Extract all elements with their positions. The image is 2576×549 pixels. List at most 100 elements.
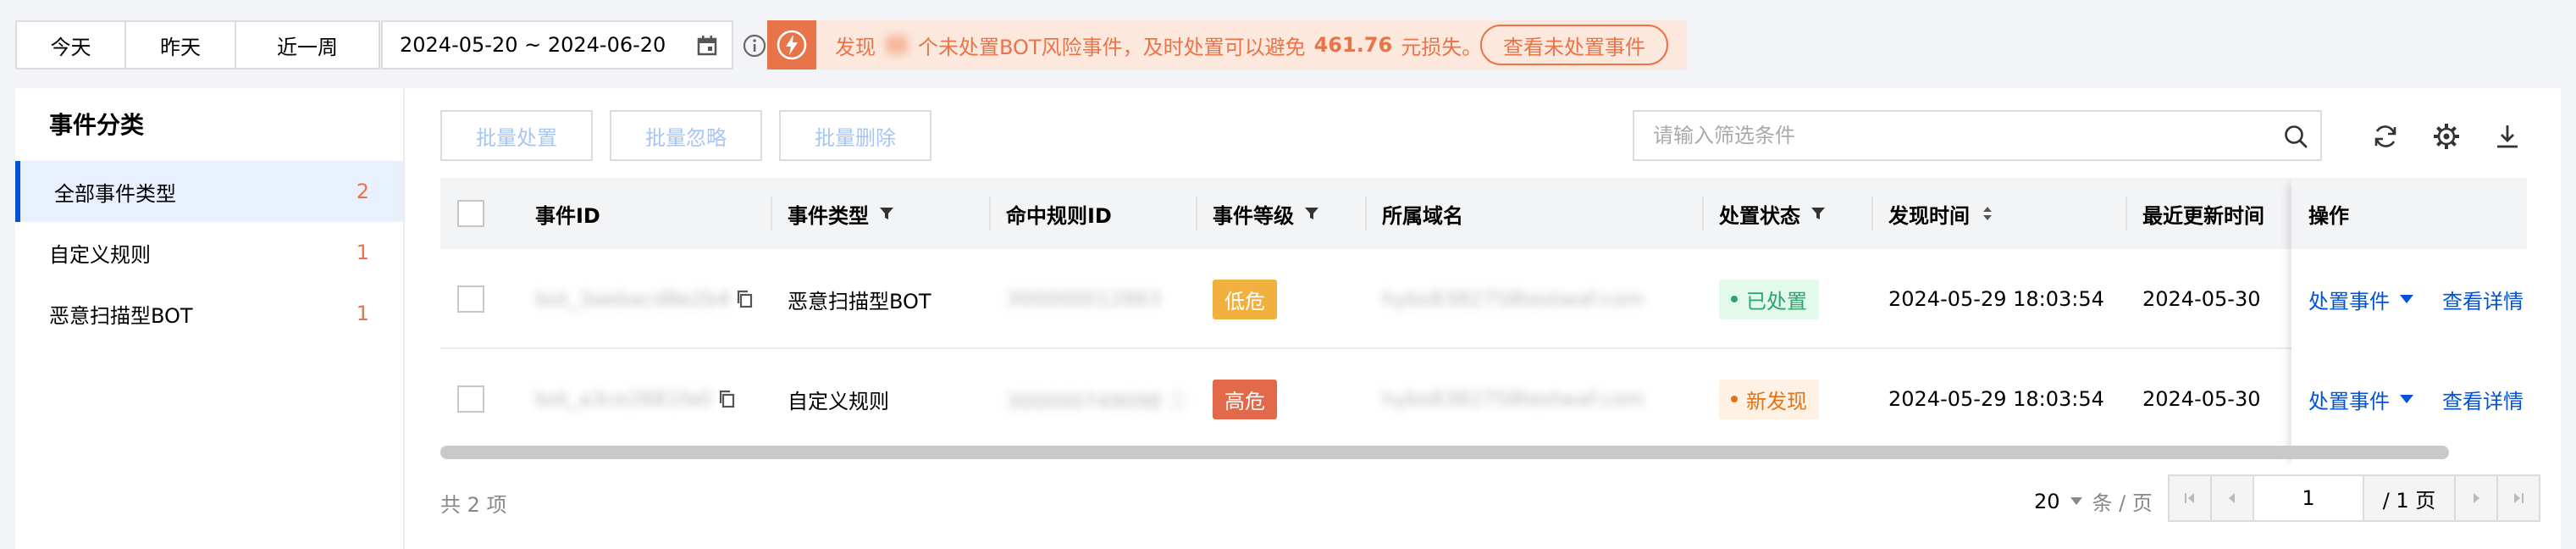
view-detail-link[interactable]: 查看详情 [2442, 385, 2523, 414]
col-action: 操作 [2291, 178, 2527, 249]
handle-event-dropdown[interactable]: 处置事件 [2308, 285, 2413, 314]
sidebar-item-scan-bot[interactable]: 恶意扫描型BOT 1 [15, 283, 403, 344]
chevron-down-icon [2400, 395, 2413, 403]
sidebar-item-label: 自定义规则 [49, 242, 151, 267]
view-detail-link[interactable]: 查看详情 [2442, 285, 2523, 314]
batch-delete-button[interactable]: 批量删除 [779, 110, 931, 161]
chevron-down-icon [2070, 497, 2082, 505]
range-week-button[interactable]: 近一周 [236, 22, 379, 68]
handle-event-label: 处置事件 [2308, 389, 2390, 413]
col-level: 事件等级 [1196, 178, 1319, 249]
gear-icon[interactable] [2432, 122, 2461, 151]
domain-redacted: hybs8382758testwaf.com [1382, 287, 1645, 311]
col-label: 事件类型 [788, 203, 869, 228]
col-updated-time: 最近更新时间 [2125, 178, 2264, 249]
prev-page-button[interactable] [2210, 474, 2254, 522]
alert-message: 发现 个未处置BOT风险事件，及时处置可以避免 461.76 元损失。 [835, 30, 1482, 60]
event-type-cell: 恶意扫描型BOT [788, 289, 931, 313]
event-list-area: 批量处置 批量忽略 批量删除 请输入筛选条件 事件ID 事件类型 命中规则ID … [406, 88, 2561, 549]
next-page-icon [2474, 493, 2479, 503]
action-column: 操作 处置事件 查看详情 处置事件 查看详情 [2291, 178, 2527, 466]
sidebar-item-all[interactable]: 全部事件类型 2 [15, 161, 403, 222]
page-size-select[interactable]: 20 条 / 页 [2034, 486, 2153, 516]
batch-handle-button[interactable]: 批量处置 [440, 110, 593, 161]
page-total: / 1 页 [2363, 474, 2456, 522]
event-id-cell: bot_3aebacd8e2b4 [535, 249, 755, 349]
col-label: 发现时间 [1888, 203, 1970, 228]
sidebar-title: 事件分类 [49, 111, 145, 139]
col-label: 最近更新时间 [2142, 203, 2264, 228]
range-yesterday-button[interactable]: 昨天 [126, 22, 236, 68]
sidebar-item-custom-rule[interactable]: 自定义规则 1 [15, 222, 403, 283]
filter-icon[interactable] [879, 206, 894, 221]
event-id-cell: bot_a3ce2681fa0 [535, 349, 738, 449]
level-cell: 高危 [1213, 349, 1277, 449]
col-event-type: 事件类型 [771, 178, 894, 249]
status-badge: 新发现 [1719, 379, 1819, 419]
col-event-id: 事件ID [535, 178, 600, 249]
row-select-cell [457, 249, 484, 349]
alert-amount: 461.76 [1313, 33, 1393, 57]
main-panel: 事件分类 全部事件类型 2 自定义规则 1 恶意扫描型BOT 1 批量处置 批量… [15, 88, 2561, 549]
last-page-button[interactable] [2496, 474, 2540, 522]
col-label: 操作 [2308, 203, 2349, 228]
sidebar-item-label: 全部事件类型 [54, 181, 176, 206]
status-dot [1731, 396, 1738, 402]
date-range-picker[interactable]: 2024-05-20 ~ 2024-06-20 [381, 20, 733, 69]
view-unhandled-button[interactable]: 查看未处置事件 [1480, 25, 1668, 65]
next-page-button[interactable] [2454, 474, 2498, 522]
rule-id-cell: 300000749098 ⓘ [1006, 349, 1188, 449]
status-cell: 新发现 [1719, 349, 1819, 449]
batch-ignore-button[interactable]: 批量忽略 [610, 110, 762, 161]
page-size-unit: 条 / 页 [2092, 491, 2153, 515]
domain-cell: hybs8382758testwaf.com [1382, 349, 1645, 449]
col-divider [1871, 197, 1873, 230]
col-divider [771, 197, 772, 230]
prev-page-icon [2229, 493, 2235, 503]
search-icon[interactable] [2283, 124, 2308, 149]
chevron-down-icon [2400, 295, 2413, 303]
row-checkbox[interactable] [457, 385, 484, 413]
level-badge: 低危 [1213, 279, 1277, 319]
filter-icon[interactable] [1304, 206, 1319, 221]
sidebar-item-count: 1 [356, 302, 369, 325]
action-cell: 处置事件 查看详情 [2308, 349, 2523, 449]
col-label: 命中规则ID [1006, 203, 1112, 228]
col-found-time: 发现时间 [1871, 178, 1995, 249]
updated-time-cell: 2024-05-30 [2142, 387, 2261, 411]
row-checkbox[interactable] [457, 286, 484, 313]
alert-count-redacted [886, 36, 908, 54]
filter-icon[interactable] [1810, 206, 1826, 221]
row-select-cell [457, 349, 484, 449]
filter-bar: 今天 昨天 近一周 2024-05-20 ~ 2024-06-20 [15, 20, 766, 69]
alert-suffix: 个未处置BOT风险事件，及时处置可以避免 [918, 35, 1306, 59]
alert-unit: 元损失。 [1401, 35, 1483, 59]
first-page-button[interactable] [2168, 474, 2212, 522]
rule-id-cell: 300000012863 [1006, 249, 1161, 349]
copy-icon[interactable] [717, 389, 738, 409]
quick-range-group: 今天 昨天 近一周 [15, 20, 380, 69]
search-input[interactable] [1634, 112, 2227, 159]
event-id-redacted: bot_a3ce2681fa0 [535, 387, 712, 411]
select-all-checkbox[interactable] [457, 200, 484, 227]
download-icon[interactable] [2493, 122, 2522, 151]
col-label: 事件等级 [1213, 203, 1294, 228]
found-time-cell: 2024-05-29 18:03:54 [1888, 387, 2104, 411]
refresh-icon[interactable] [2371, 122, 2400, 151]
last-page-icon [2514, 493, 2523, 503]
col-divider [989, 197, 991, 230]
copy-icon[interactable] [735, 289, 755, 309]
handle-event-label: 处置事件 [2308, 289, 2390, 313]
sort-icon[interactable] [1980, 206, 1995, 221]
status-label: 新发现 [1746, 389, 1807, 413]
handle-event-dropdown[interactable]: 处置事件 [2308, 385, 2413, 414]
rule-id-redacted: 300000749098 ⓘ [1006, 389, 1188, 413]
total-count: 共 2 项 [440, 493, 507, 517]
horizontal-scrollbar[interactable] [440, 446, 2449, 459]
table-row: bot_3aebacd8e2b4 恶意扫描型BOT 300000012863 低… [440, 249, 2527, 349]
page-number-input[interactable]: 1 [2253, 474, 2364, 522]
range-today-button[interactable]: 今天 [17, 22, 126, 68]
info-icon[interactable] [742, 33, 767, 58]
rule-id-redacted: 300000012863 [1006, 287, 1162, 311]
found-time-cell: 2024-05-29 18:03:54 [1888, 287, 2104, 311]
